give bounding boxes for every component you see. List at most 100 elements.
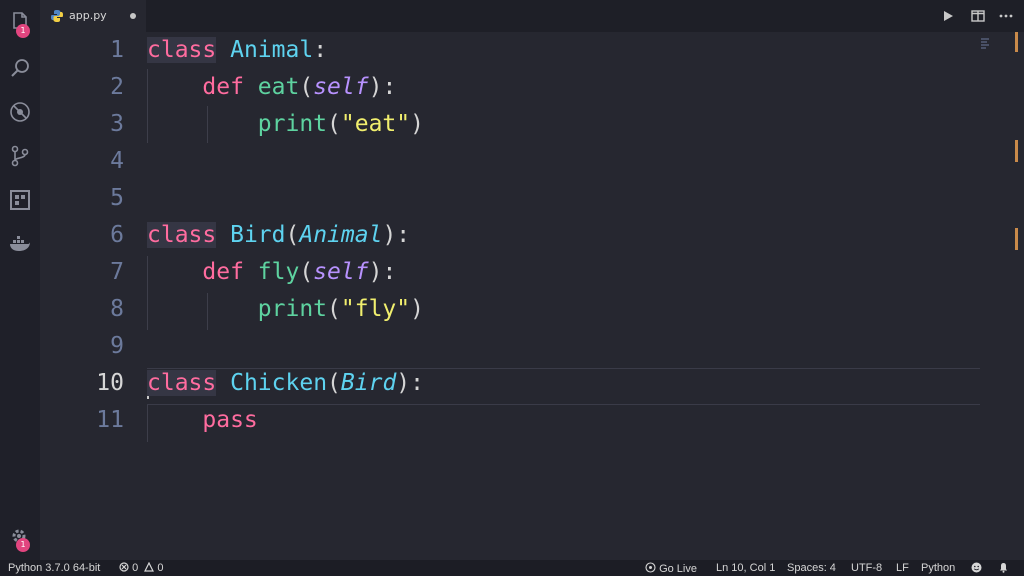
unsaved-dot[interactable] xyxy=(130,13,136,19)
run-icon[interactable] xyxy=(940,8,956,24)
code-line[interactable]: 11 pass xyxy=(40,402,980,439)
code-token: ): xyxy=(368,74,397,100)
code-token: print xyxy=(257,111,328,137)
code-token: ( xyxy=(327,370,341,396)
code-token: Animal xyxy=(230,37,314,63)
warning-icon xyxy=(144,561,155,572)
line-number: 9 xyxy=(110,333,124,359)
code-token: Chicken xyxy=(230,370,328,396)
settings-badge: 1 xyxy=(16,538,30,552)
code-token: Bird xyxy=(230,222,286,248)
debug-icon[interactable] xyxy=(8,100,32,124)
error-icon xyxy=(119,562,129,572)
code-token: class xyxy=(147,370,217,396)
code-token: ) xyxy=(410,296,424,322)
code-token: self xyxy=(313,259,369,285)
code-token: ( xyxy=(327,111,341,137)
problems-indicator[interactable]: 0 0 xyxy=(119,561,164,574)
cursor-position[interactable]: Ln 10, Col 1 xyxy=(716,562,775,574)
line-number: 2 xyxy=(110,74,124,100)
code-text: class Bird(Animal): xyxy=(147,217,410,254)
code-line[interactable]: 8 print("fly") xyxy=(40,291,980,328)
notifications-bell-icon[interactable] xyxy=(998,562,1009,576)
line-number: 11 xyxy=(96,407,124,433)
feedback-icon[interactable] xyxy=(971,562,982,576)
code-token: Animal xyxy=(299,222,383,248)
code-line[interactable]: 4 xyxy=(40,143,980,180)
line-number: 3 xyxy=(110,111,124,137)
code-token: ( xyxy=(285,222,300,248)
code-text: def eat(self): xyxy=(147,69,396,106)
tab-app-py[interactable]: app.py xyxy=(40,0,146,32)
code-token: eat xyxy=(257,74,300,100)
code-token: ): xyxy=(382,222,411,248)
code-token: def xyxy=(202,74,244,100)
code-token: print xyxy=(257,296,328,322)
indentation[interactable]: Spaces: 4 xyxy=(787,562,836,574)
code-token: Bird xyxy=(340,370,397,396)
line-number: 7 xyxy=(110,259,124,285)
code-line[interactable]: 7 def fly(self): xyxy=(40,254,980,291)
code-token: ): xyxy=(396,370,424,396)
code-token: class xyxy=(147,37,217,63)
extensions-icon[interactable] xyxy=(8,188,32,212)
go-live-label: Go Live xyxy=(659,563,697,575)
code-text: class Animal: xyxy=(147,32,327,69)
code-token: "eat" xyxy=(340,111,411,137)
code-line[interactable]: 3 print("eat") xyxy=(40,106,980,143)
code-line[interactable]: 1 class Animal: xyxy=(40,32,980,69)
search-icon[interactable] xyxy=(8,56,32,80)
minimap-icon[interactable] xyxy=(980,34,990,49)
error-count: 0 xyxy=(132,562,139,574)
code-text: def fly(self): xyxy=(147,254,396,291)
line-number: 4 xyxy=(110,148,124,174)
status-bar: Python 3.7.0 64-bit 0 0 Go Live Ln 10, C… xyxy=(0,560,1024,576)
line-number: 1 xyxy=(110,37,124,63)
python-interpreter[interactable]: Python 3.7.0 64-bit xyxy=(8,562,100,574)
overview-ruler-mark xyxy=(1015,228,1018,250)
go-live-icon xyxy=(645,562,656,573)
warning-count: 0 xyxy=(157,562,164,574)
code-line[interactable]: 9 xyxy=(40,328,980,365)
source-control-icon[interactable] xyxy=(8,144,32,168)
code-line[interactable]: 6 class Bird(Animal): xyxy=(40,217,980,254)
activity-bar: 1 1 xyxy=(0,0,40,560)
code-token: self xyxy=(313,74,369,100)
language-mode[interactable]: Python xyxy=(921,562,955,574)
code-token: ( xyxy=(327,296,341,322)
code-text: print("fly") xyxy=(147,291,424,328)
code-editor[interactable]: 1 class Animal: 2 def eat(self): 3 print("e… xyxy=(40,32,1024,560)
overview-ruler-mark xyxy=(1015,140,1018,162)
python-file-icon xyxy=(51,10,63,22)
docker-icon[interactable] xyxy=(8,232,32,256)
tab-bar: app.py xyxy=(40,0,1024,32)
end-of-line[interactable]: LF xyxy=(896,562,909,574)
line-number: 8 xyxy=(110,296,124,322)
go-live-button[interactable]: Go Live xyxy=(645,562,697,575)
code-line[interactable]: 5 xyxy=(40,180,980,217)
code-line[interactable]: 10 class Chicken(Bird): xyxy=(40,365,980,402)
overview-ruler-mark xyxy=(1015,32,1018,52)
more-actions-icon[interactable] xyxy=(998,8,1014,24)
code-token: "fly" xyxy=(340,296,411,322)
line-number: 10 xyxy=(96,370,124,396)
line-number: 6 xyxy=(110,222,124,248)
code-token: ( xyxy=(299,259,314,285)
tab-label: app.py xyxy=(69,9,107,22)
encoding[interactable]: UTF-8 xyxy=(851,562,882,574)
code-text: pass xyxy=(147,402,257,439)
split-editor-icon[interactable] xyxy=(970,8,986,24)
code-token: ): xyxy=(368,259,397,285)
code-line[interactable]: 2 def eat(self): xyxy=(40,69,980,106)
code-token: : xyxy=(313,37,328,63)
code-text: print("eat") xyxy=(147,106,424,143)
